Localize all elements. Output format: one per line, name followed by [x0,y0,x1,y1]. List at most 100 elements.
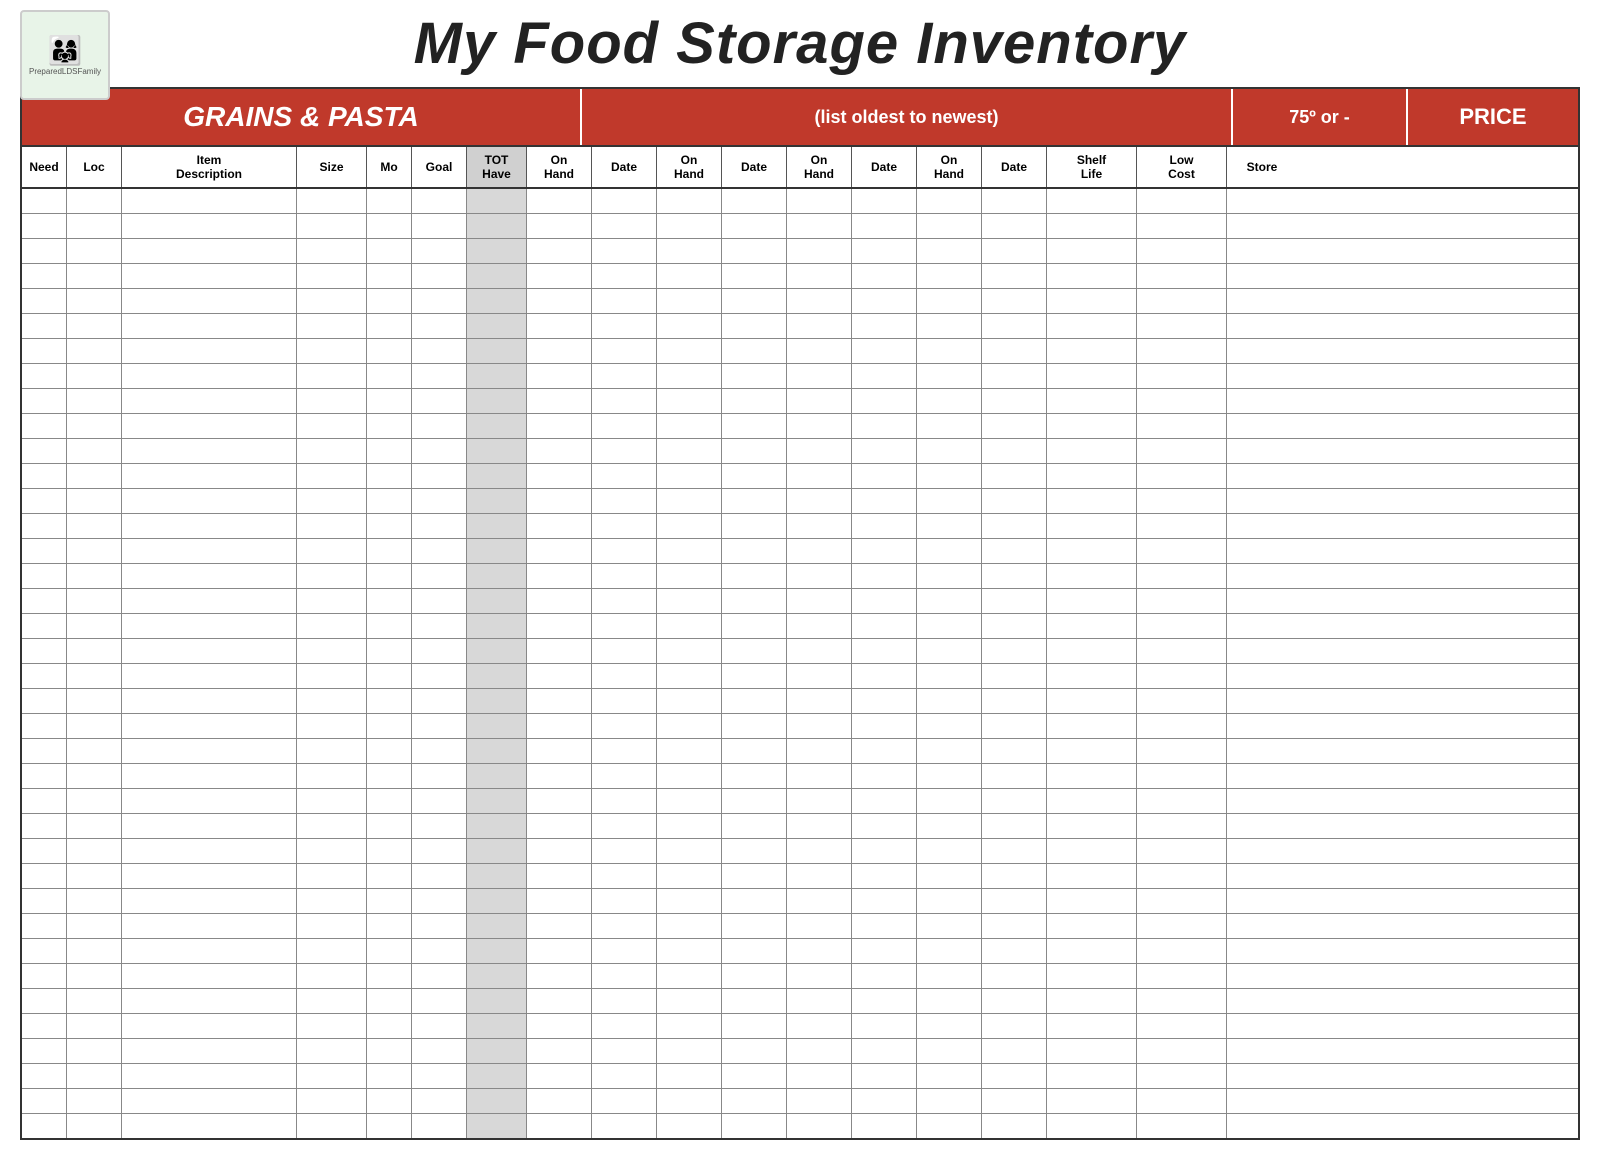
table-cell[interactable] [592,364,657,388]
table-cell[interactable] [852,714,917,738]
table-cell[interactable] [1047,839,1137,863]
table-cell[interactable] [122,789,297,813]
table-cell[interactable] [297,914,367,938]
table-cell[interactable] [982,414,1047,438]
table-cell[interactable] [122,1089,297,1113]
table-cell[interactable] [467,489,527,513]
table-cell[interactable] [1137,1089,1227,1113]
table-row[interactable] [22,564,1578,589]
table-cell[interactable] [467,639,527,663]
table-cell[interactable] [367,389,412,413]
table-cell[interactable] [722,989,787,1013]
table-cell[interactable] [527,1014,592,1038]
table-cell[interactable] [527,864,592,888]
table-cell[interactable] [787,1114,852,1138]
table-cell[interactable] [1137,639,1227,663]
table-cell[interactable] [297,189,367,213]
table-cell[interactable] [122,939,297,963]
table-cell[interactable] [122,889,297,913]
table-cell[interactable] [852,1114,917,1138]
table-cell[interactable] [122,214,297,238]
table-cell[interactable] [122,614,297,638]
table-cell[interactable] [1047,439,1137,463]
table-cell[interactable] [1047,864,1137,888]
table-cell[interactable] [122,464,297,488]
table-row[interactable] [22,314,1578,339]
table-cell[interactable] [787,539,852,563]
table-cell[interactable] [657,739,722,763]
table-cell[interactable] [367,939,412,963]
table-cell[interactable] [67,964,122,988]
table-cell[interactable] [67,564,122,588]
table-cell[interactable] [657,639,722,663]
table-row[interactable] [22,1064,1578,1089]
table-cell[interactable] [982,589,1047,613]
table-cell[interactable] [1137,839,1227,863]
table-cell[interactable] [122,664,297,688]
table-cell[interactable] [657,614,722,638]
table-cell[interactable] [297,514,367,538]
table-cell[interactable] [297,814,367,838]
table-cell[interactable] [297,289,367,313]
table-cell[interactable] [917,264,982,288]
table-cell[interactable] [467,939,527,963]
table-cell[interactable] [67,489,122,513]
table-cell[interactable] [917,1114,982,1138]
table-cell[interactable] [22,514,67,538]
table-row[interactable] [22,1014,1578,1039]
table-cell[interactable] [412,639,467,663]
table-cell[interactable] [67,514,122,538]
table-cell[interactable] [852,289,917,313]
table-cell[interactable] [22,589,67,613]
table-cell[interactable] [592,664,657,688]
table-cell[interactable] [852,589,917,613]
table-cell[interactable] [367,1064,412,1088]
table-cell[interactable] [412,1089,467,1113]
table-cell[interactable] [592,889,657,913]
table-cell[interactable] [1047,489,1137,513]
table-cell[interactable] [527,489,592,513]
table-cell[interactable] [1137,614,1227,638]
table-cell[interactable] [22,239,67,263]
table-cell[interactable] [917,364,982,388]
table-cell[interactable] [122,914,297,938]
table-cell[interactable] [982,839,1047,863]
table-cell[interactable] [1227,789,1297,813]
table-cell[interactable] [982,739,1047,763]
table-cell[interactable] [67,1064,122,1088]
table-cell[interactable] [297,889,367,913]
table-cell[interactable] [722,939,787,963]
table-cell[interactable] [982,264,1047,288]
table-cell[interactable] [657,189,722,213]
table-cell[interactable] [1137,814,1227,838]
table-cell[interactable] [722,539,787,563]
table-cell[interactable] [412,1039,467,1063]
table-cell[interactable] [297,989,367,1013]
table-cell[interactable] [1047,964,1137,988]
table-cell[interactable] [1137,1014,1227,1038]
table-cell[interactable] [527,964,592,988]
table-row[interactable] [22,839,1578,864]
table-cell[interactable] [412,214,467,238]
table-cell[interactable] [917,489,982,513]
table-cell[interactable] [297,689,367,713]
table-cell[interactable] [722,739,787,763]
table-cell[interactable] [1047,464,1137,488]
table-cell[interactable] [787,739,852,763]
table-cell[interactable] [722,964,787,988]
table-cell[interactable] [122,514,297,538]
table-cell[interactable] [982,914,1047,938]
table-cell[interactable] [122,239,297,263]
table-cell[interactable] [722,839,787,863]
table-cell[interactable] [722,414,787,438]
table-cell[interactable] [787,814,852,838]
table-cell[interactable] [657,289,722,313]
table-cell[interactable] [592,1089,657,1113]
table-cell[interactable] [67,464,122,488]
table-cell[interactable] [982,489,1047,513]
table-cell[interactable] [1047,889,1137,913]
table-cell[interactable] [527,564,592,588]
table-cell[interactable] [852,964,917,988]
table-cell[interactable] [527,664,592,688]
table-cell[interactable] [852,389,917,413]
